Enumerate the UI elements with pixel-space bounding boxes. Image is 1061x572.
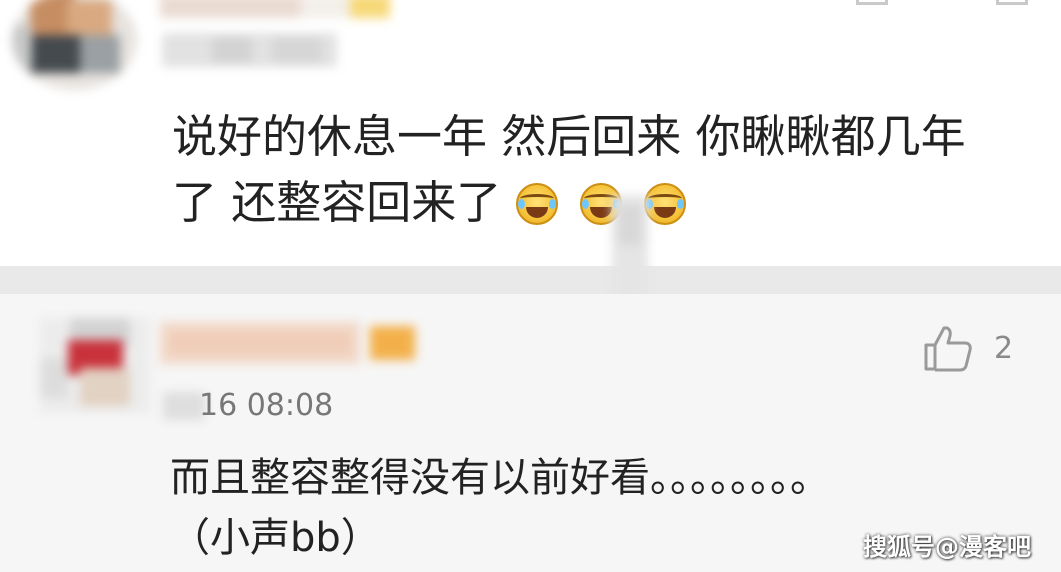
comment-text-top: 说好的休息一年 然后回来 你瞅瞅都几年 了 还整容回来了 <box>172 104 1042 236</box>
thumbs-up-icon[interactable] <box>856 0 888 5</box>
laugh-cry-emoji-icon <box>515 183 558 225</box>
thumbs-up-icon <box>924 326 972 372</box>
comment-top: 说好的休息一年 然后回来 你瞅瞅都几年 了 还整容回来了 <box>0 0 1061 266</box>
avatar-bottom[interactable] <box>40 318 150 413</box>
pixelated-mark <box>612 195 648 305</box>
avatar-top[interactable] <box>12 0 137 90</box>
comment-divider <box>0 266 1061 294</box>
laugh-cry-emoji-icon <box>644 183 687 225</box>
comment-text-line: 了 还整容回来了 <box>172 176 502 229</box>
comment-timestamp: 16 08:08 <box>199 388 334 423</box>
comment-icon[interactable] <box>996 0 1028 5</box>
like-count: 2 <box>994 331 1014 366</box>
like-button[interactable] <box>922 324 974 374</box>
username-top[interactable] <box>160 0 400 18</box>
top-actions <box>836 0 1036 12</box>
watermark: 搜狐号@漫客吧 <box>863 533 1031 561</box>
comment-text-line: 而且整容整得没有以前好看。。。。。。。。 <box>170 455 830 501</box>
username-bottom[interactable] <box>160 322 440 364</box>
comment-text-line: 说好的休息一年 然后回来 你瞅瞅都几年 <box>172 110 966 163</box>
timestamp-top <box>162 33 337 67</box>
